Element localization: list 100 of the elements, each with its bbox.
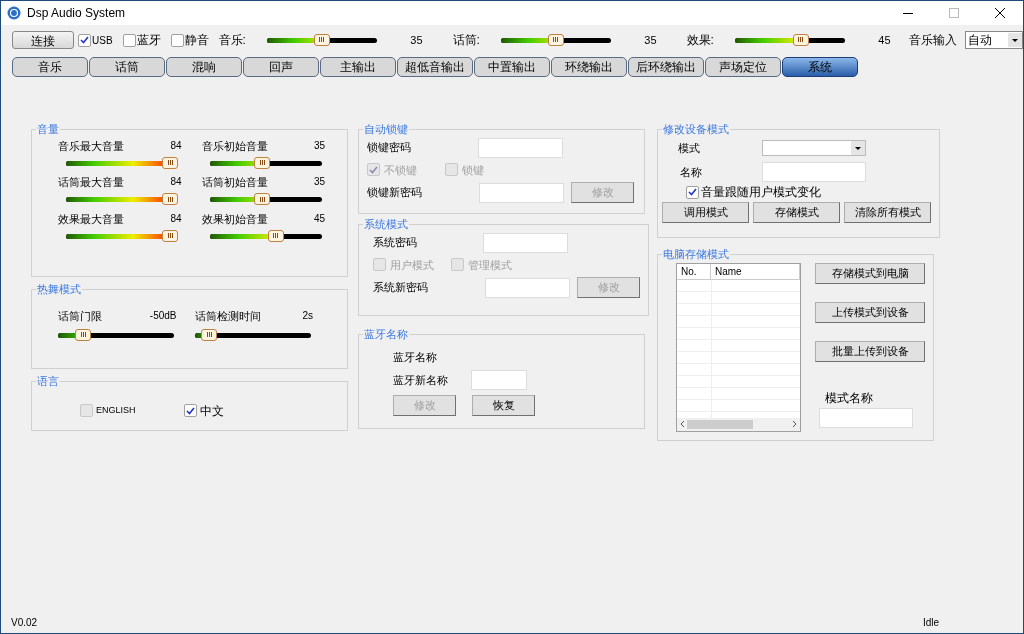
checkbox[interactable] [80,404,93,417]
button[interactable]: 批量上传到设备 [815,340,925,362]
input-field[interactable] [762,162,866,182]
slider[interactable] [209,193,322,206]
button[interactable]: 恢复 [472,395,535,416]
slider[interactable] [58,329,174,341]
checkbox[interactable] [78,33,91,47]
connect-button[interactable]: 连接 [12,31,74,49]
check-icon [80,36,89,44]
slider-thumb[interactable] [254,156,271,169]
check-icon [369,165,378,174]
slider-thumb[interactable] [254,193,271,205]
tab[interactable]: 音乐 [12,57,88,77]
slider-thumb[interactable] [75,328,92,341]
field-label: 蓝牙名称 [393,349,438,365]
scroll-left-icon[interactable] [679,420,685,428]
checkbox-label: 用户模式 [390,257,434,273]
checkbox-label: 管理模式 [468,257,512,273]
group-title: 修改设备模式 [662,122,730,137]
field-label: 名称 [680,164,703,180]
slider-thumb[interactable] [162,156,179,169]
checkbox[interactable] [170,33,184,47]
tab[interactable]: 混响 [166,57,242,77]
slider[interactable] [209,230,322,242]
input-field[interactable] [478,137,563,158]
slider-label: 话筒检测时间 [194,308,261,324]
checkbox[interactable] [122,33,136,47]
slider-value: -50dB [149,308,177,323]
slider-label: 话筒最大音量 [58,175,124,190]
slider-label: 效果初始音量 [201,211,268,227]
button[interactable]: 调用模式 [662,202,749,223]
tab[interactable]: 超低音输出 [397,57,473,77]
group-title: 系统模式 [363,217,409,232]
slider[interactable] [194,329,311,341]
slider-thumb[interactable] [313,33,330,46]
version-label: V0.02 [11,615,38,630]
slider-thumb[interactable] [267,229,284,242]
slider[interactable] [266,34,377,46]
input-field[interactable] [479,182,564,203]
slider[interactable] [66,157,178,169]
slider[interactable] [66,193,178,206]
tab[interactable]: 环绕输出 [551,57,627,77]
slider-value: 84 [170,138,182,153]
input-field[interactable] [485,277,570,298]
slider-thumb[interactable] [162,193,179,205]
tab[interactable]: 话筒 [89,57,165,77]
checkbox-label: 音量跟随用户模式变化 [701,184,821,201]
slider-label: 音乐: [218,32,247,49]
checkbox-label: 中文 [199,402,224,420]
music-input-label: 音乐输入 [908,32,957,49]
window-title: Dsp Audio System [27,5,126,22]
group-title: 音量 [36,122,60,137]
field-label: 模式名称 [825,389,874,407]
tab[interactable]: 回声 [243,57,319,77]
tab[interactable]: 后环绕输出 [628,57,704,77]
slider-value: 35 [313,175,325,189]
slider[interactable] [66,230,178,242]
button[interactable]: 清除所有模式 [844,202,931,223]
slider-thumb[interactable] [162,229,179,242]
checkbox[interactable] [183,404,197,417]
check-icon [185,406,195,415]
field-label: 锁键密码 [367,140,412,156]
slider[interactable] [209,157,322,169]
tab[interactable]: 主输出 [320,57,396,77]
slider-label: 音乐最大音量 [58,138,124,154]
tab[interactable]: 中置输出 [474,57,550,77]
tab[interactable]: 系统 [782,57,858,77]
status-label: Idle [922,615,939,630]
button[interactable]: 存储模式到电脑 [815,262,925,284]
slider[interactable] [500,34,611,46]
field-label: 系统密码 [373,235,418,251]
slider-value: 45 [313,211,325,226]
app-logo-icon [7,6,21,20]
input-field[interactable] [471,370,527,390]
field-label: 系统新密码 [373,280,429,296]
slider-thumb[interactable] [792,33,809,46]
checkbox-label: 锁键 [462,162,484,178]
group-title: 蓝牙名称 [363,327,409,342]
slider-thumb[interactable] [547,33,564,46]
button[interactable]: 上传模式到设备 [815,301,925,323]
check-icon [688,188,697,196]
slider[interactable] [734,34,845,46]
column-header[interactable]: No. [677,263,711,279]
music-input-dropdown[interactable]: 自动 [964,31,1023,49]
scroll-right-icon[interactable] [792,420,798,428]
slider-value: 84 [170,175,182,189]
checkbox-label: USB [92,33,113,48]
group-title: 热舞模式 [36,282,82,297]
input-field[interactable] [819,407,913,428]
slider-label: 话筒初始音量 [201,175,268,190]
checkbox[interactable] [686,185,699,199]
slider-thumb[interactable] [201,328,218,341]
column-header[interactable]: Name [711,263,800,279]
input-field[interactable] [483,232,568,253]
slider-value: 84 [170,211,182,226]
button[interactable]: 存储模式 [753,202,840,223]
slider-label: 话筒门限 [58,308,102,324]
slider-value: 35 [643,32,657,48]
tab[interactable]: 声场定位 [705,57,781,77]
checkbox-label: 不锁键 [384,162,417,178]
